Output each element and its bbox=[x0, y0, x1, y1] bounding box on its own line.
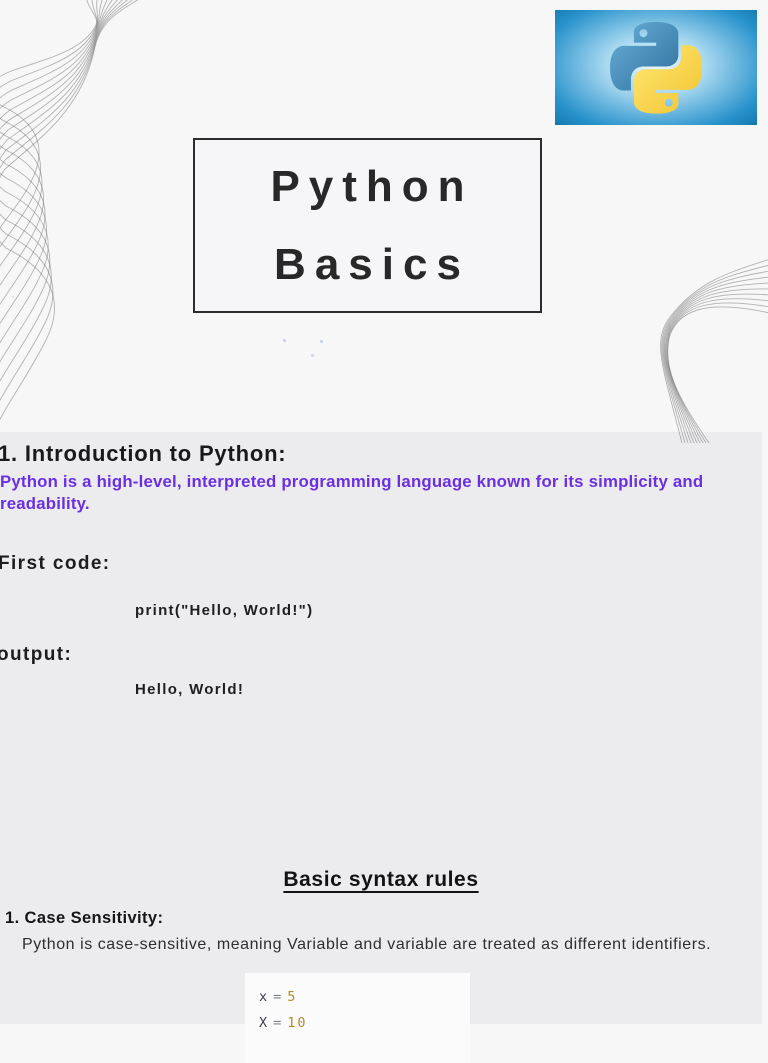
python-logo-tile bbox=[555, 10, 757, 125]
intro-heading: 1. Introduction to Python: bbox=[0, 441, 287, 466]
rule-body: Python is case-sensitive, meaning Variab… bbox=[22, 936, 712, 953]
speck-decoration bbox=[320, 340, 323, 343]
speck-decoration bbox=[283, 339, 286, 342]
code-operator: = bbox=[273, 989, 284, 1005]
output-value: Hello, World! bbox=[135, 681, 245, 698]
code-number: 5 bbox=[287, 989, 298, 1005]
code-block: x = 5 X = 10 bbox=[245, 973, 470, 1063]
code-number: 10 bbox=[287, 1015, 308, 1031]
first-code-snippet: print("Hello, World!") bbox=[135, 602, 314, 619]
page-title-line-2: Basics bbox=[274, 239, 470, 289]
first-code-label: First code: bbox=[0, 553, 111, 574]
page-title-line-1: Python bbox=[270, 161, 474, 211]
code-line: x = 5 bbox=[259, 984, 470, 1010]
speck-decoration bbox=[12, 296, 14, 298]
speck-decoration bbox=[311, 354, 314, 357]
output-label: output: bbox=[0, 644, 73, 665]
python-logo-icon bbox=[609, 21, 703, 114]
title-box: Python Basics bbox=[193, 138, 542, 313]
code-variable: X bbox=[259, 1015, 270, 1031]
code-operator: = bbox=[273, 1015, 284, 1031]
content-section: 1. Introduction to Python: Python is a h… bbox=[0, 432, 762, 1063]
intro-description: Python is a high-level, interpreted prog… bbox=[0, 472, 704, 513]
rule-title: 1. Case Sensitivity: bbox=[5, 909, 164, 927]
code-line: X = 10 bbox=[259, 1010, 470, 1036]
wavy-lines-right-decoration bbox=[660, 259, 768, 443]
code-variable: x bbox=[259, 989, 270, 1005]
syntax-rules-heading: Basic syntax rules bbox=[283, 868, 479, 891]
